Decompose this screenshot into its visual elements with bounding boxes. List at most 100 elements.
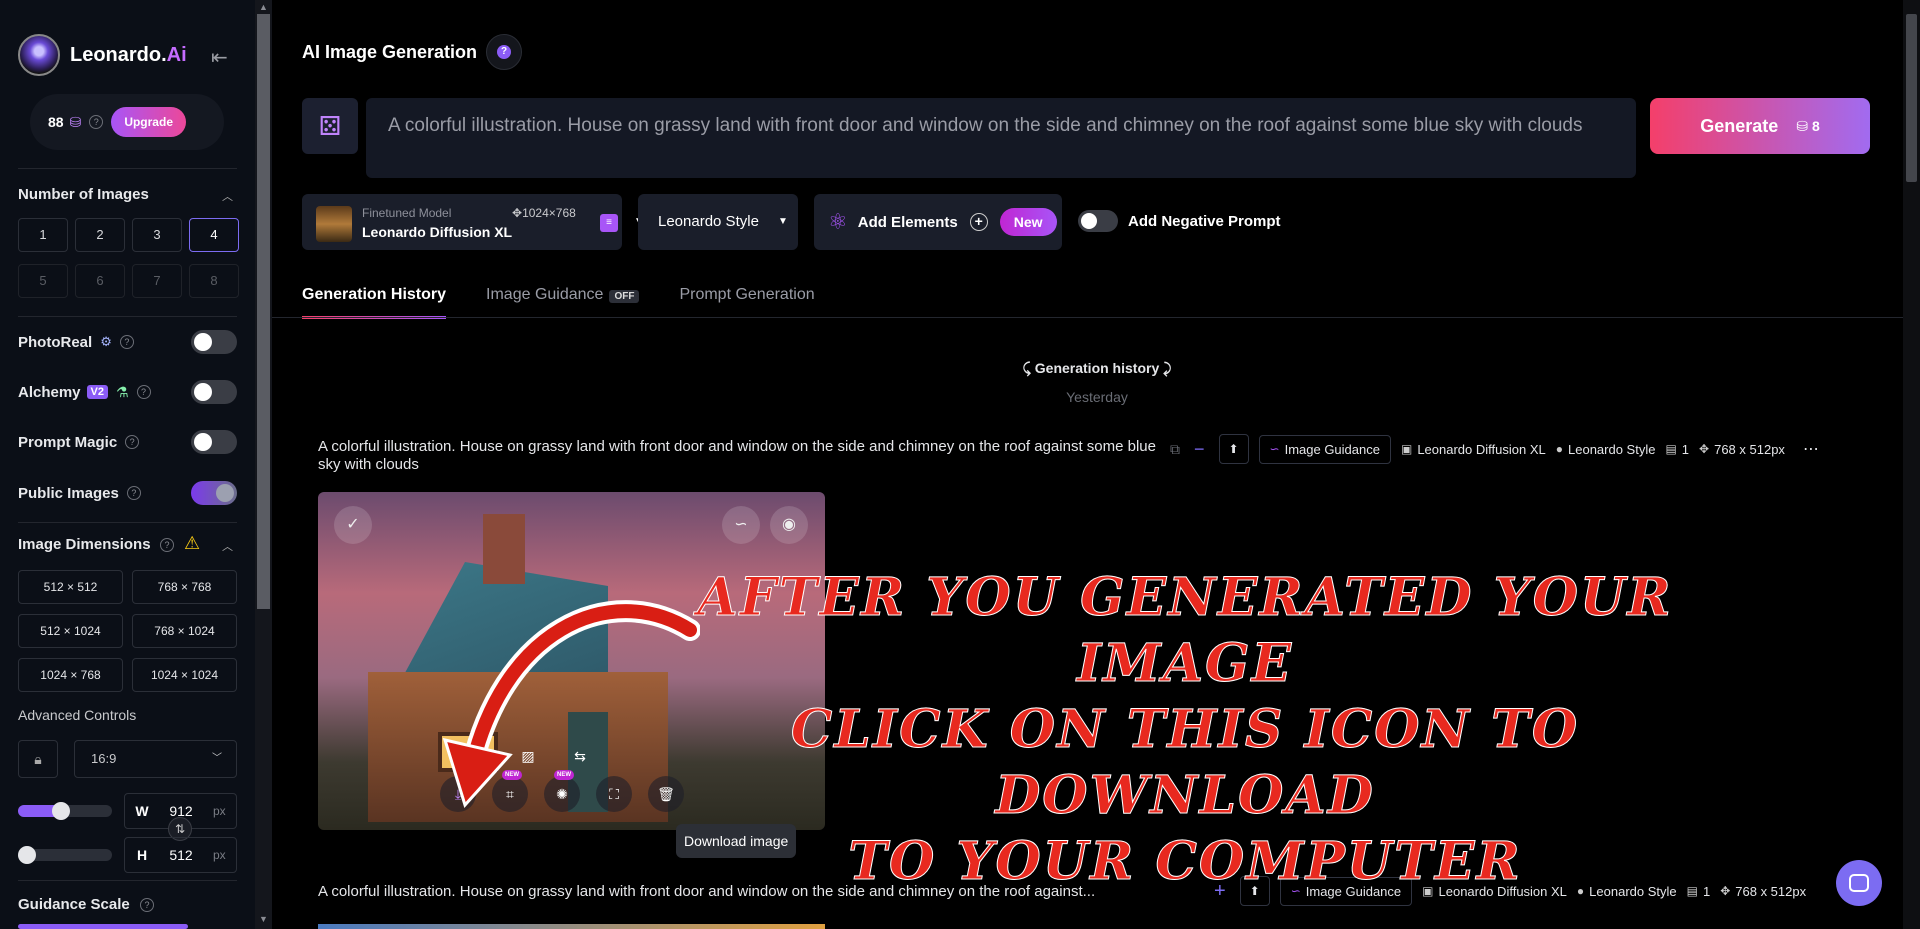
help-icon[interactable]: ? xyxy=(89,115,104,129)
prompt-input[interactable]: A colorful illustration. House on grassy… xyxy=(366,98,1636,178)
logo-icon xyxy=(18,34,60,76)
tab-image-guidance[interactable]: Image Guidance OFF xyxy=(486,286,640,316)
help-icon[interactable]: ? xyxy=(136,385,151,399)
negative-prompt-label: Add Negative Prompt xyxy=(1128,212,1281,230)
model-type: Finetuned Model xyxy=(362,206,452,220)
num-images-5[interactable]: 5 xyxy=(18,264,68,298)
guidance-scale-slider[interactable] xyxy=(18,924,188,929)
dice-icon: ⚄ xyxy=(318,111,342,141)
brand-name: Leonardo. xyxy=(70,43,167,66)
style-select[interactable]: Leonardo Style ▼ xyxy=(638,194,798,250)
num-images-8[interactable]: 8 xyxy=(189,264,239,298)
width-slider-handle[interactable] xyxy=(52,802,70,820)
tab-prompt-generation[interactable]: Prompt Generation xyxy=(679,286,814,316)
num-images-1[interactable]: 1 xyxy=(18,218,68,252)
height-field[interactable]: H 512 px xyxy=(124,837,237,873)
coins-icon: ⛁ xyxy=(69,113,82,130)
prompt-magic-row: Prompt Magic ? xyxy=(18,430,237,454)
dimension-768x768[interactable]: 768 × 768 xyxy=(132,570,237,604)
collapse-icon[interactable]: − xyxy=(1194,439,1205,460)
credit-count: 88 xyxy=(48,114,64,130)
divider xyxy=(272,317,1903,318)
main-scrollbar[interactable] xyxy=(1903,0,1920,929)
generated-image[interactable] xyxy=(318,924,825,929)
divider xyxy=(18,316,237,317)
aspect-lock-button[interactable]: 🔒︎ xyxy=(18,740,58,778)
generate-button[interactable]: Generate ⛁ 8 xyxy=(1650,98,1870,154)
num-images-7[interactable]: 7 xyxy=(132,264,182,298)
annotation-arrow xyxy=(442,600,700,808)
chevron-up-icon[interactable]: ︿ xyxy=(222,188,233,204)
help-icon[interactable]: ? xyxy=(160,538,174,552)
model-name: Leonardo Diffusion XL xyxy=(362,224,513,240)
resize-icon: ✥ xyxy=(1720,884,1731,898)
model-select[interactable]: Finetuned Model ✥1024×768 Leonardo Diffu… xyxy=(302,194,644,250)
brand-logo[interactable]: Leonardo.Ai xyxy=(18,34,187,76)
add-elements-label: Add Elements xyxy=(857,213,958,231)
dimension-768x1024[interactable]: 768 × 1024 xyxy=(132,614,237,648)
help-icon[interactable]: ? xyxy=(140,898,154,912)
dimension-512x512[interactable]: 512 × 512 xyxy=(18,570,123,604)
prompt-magic-toggle[interactable] xyxy=(191,430,237,454)
aspect-ratio-select[interactable]: 16:9 ﹀ xyxy=(74,740,237,778)
collapse-sidebar-icon[interactable]: ⇤ xyxy=(211,45,228,70)
style-chip: ● Leonardo Style xyxy=(1555,441,1656,457)
help-icon: ? xyxy=(497,45,511,59)
chevron-down-icon: ﹀ xyxy=(212,753,222,764)
select-check-icon[interactable]: ✓ xyxy=(334,506,372,544)
chevron-up-icon[interactable]: ︿ xyxy=(222,538,233,554)
random-prompt-button[interactable]: ⚄ xyxy=(302,98,358,154)
divider xyxy=(18,522,237,523)
negative-prompt-toggle[interactable] xyxy=(1078,210,1118,232)
advanced-controls-label: Advanced Controls xyxy=(18,707,137,723)
scroll-up-icon[interactable]: ▲ xyxy=(255,2,272,12)
page-title: AI Image Generation xyxy=(302,42,478,62)
support-chat-button[interactable] xyxy=(1836,860,1882,906)
guidance-icon[interactable]: ∽ xyxy=(722,506,760,544)
dimension-1024x1024[interactable]: 1024 × 1024 xyxy=(132,658,237,692)
upgrade-button[interactable]: Upgrade xyxy=(111,107,186,137)
public-images-toggle[interactable] xyxy=(191,481,237,505)
plus-icon: + xyxy=(969,213,988,231)
scroll-down-icon[interactable]: ▼ xyxy=(255,914,272,924)
reuse-prompt-button[interactable]: ⬆ xyxy=(1218,434,1249,464)
width-slider[interactable] xyxy=(18,802,112,820)
more-options-icon[interactable]: ⋯ xyxy=(1803,439,1819,459)
main-scroll-thumb[interactable] xyxy=(1906,14,1917,182)
annotation-line-2: click on this icon to download xyxy=(790,699,1580,827)
dimension-512x1024[interactable]: 512 × 1024 xyxy=(18,614,123,648)
help-button[interactable]: ? xyxy=(486,34,522,70)
divider xyxy=(18,168,237,169)
photoreal-label: PhotoReal xyxy=(18,333,93,351)
eye-icon[interactable]: ◉ xyxy=(770,506,808,544)
help-icon[interactable]: ? xyxy=(125,435,140,449)
images-icon: ▤ xyxy=(1686,884,1698,898)
model-details-icon[interactable]: ≡ xyxy=(600,214,618,232)
num-images-2[interactable]: 2 xyxy=(75,218,125,252)
annotation-text: After you generated your image click on … xyxy=(690,565,1680,895)
sidebar-scroll-thumb[interactable] xyxy=(257,14,270,609)
alchemy-toggle[interactable] xyxy=(191,380,237,404)
height-slider-handle[interactable] xyxy=(18,846,36,864)
width-label: W xyxy=(135,803,149,819)
num-images-6[interactable]: 6 xyxy=(75,264,125,298)
photoreal-toggle[interactable] xyxy=(191,330,237,354)
drop-icon: ● xyxy=(1555,442,1563,456)
new-badge: New xyxy=(999,208,1057,236)
sidebar-scrollbar[interactable]: ▲ ▼ xyxy=(255,0,272,929)
height-value[interactable]: 512 xyxy=(159,847,203,863)
dimension-1024x768[interactable]: 1024 × 768 xyxy=(18,658,123,692)
public-images-label: Public Images xyxy=(18,484,119,502)
image-guidance-chip[interactable]: ∽ Image Guidance xyxy=(1258,434,1391,464)
add-elements-button[interactable]: ⚛ Add Elements + New xyxy=(814,194,1062,250)
lock-icon: 🔒︎ xyxy=(34,751,42,767)
divider xyxy=(18,880,237,881)
num-images-4[interactable]: 4 xyxy=(189,218,239,252)
tab-generation-history[interactable]: Generation History xyxy=(302,286,447,319)
help-icon[interactable]: ? xyxy=(119,335,134,349)
help-icon[interactable]: ? xyxy=(126,486,141,500)
height-slider[interactable] xyxy=(18,846,112,864)
alchemy-version-badge: V2 xyxy=(86,385,108,399)
num-images-3[interactable]: 3 xyxy=(132,218,182,252)
copy-icon[interactable]: ⧉ xyxy=(1170,441,1180,458)
